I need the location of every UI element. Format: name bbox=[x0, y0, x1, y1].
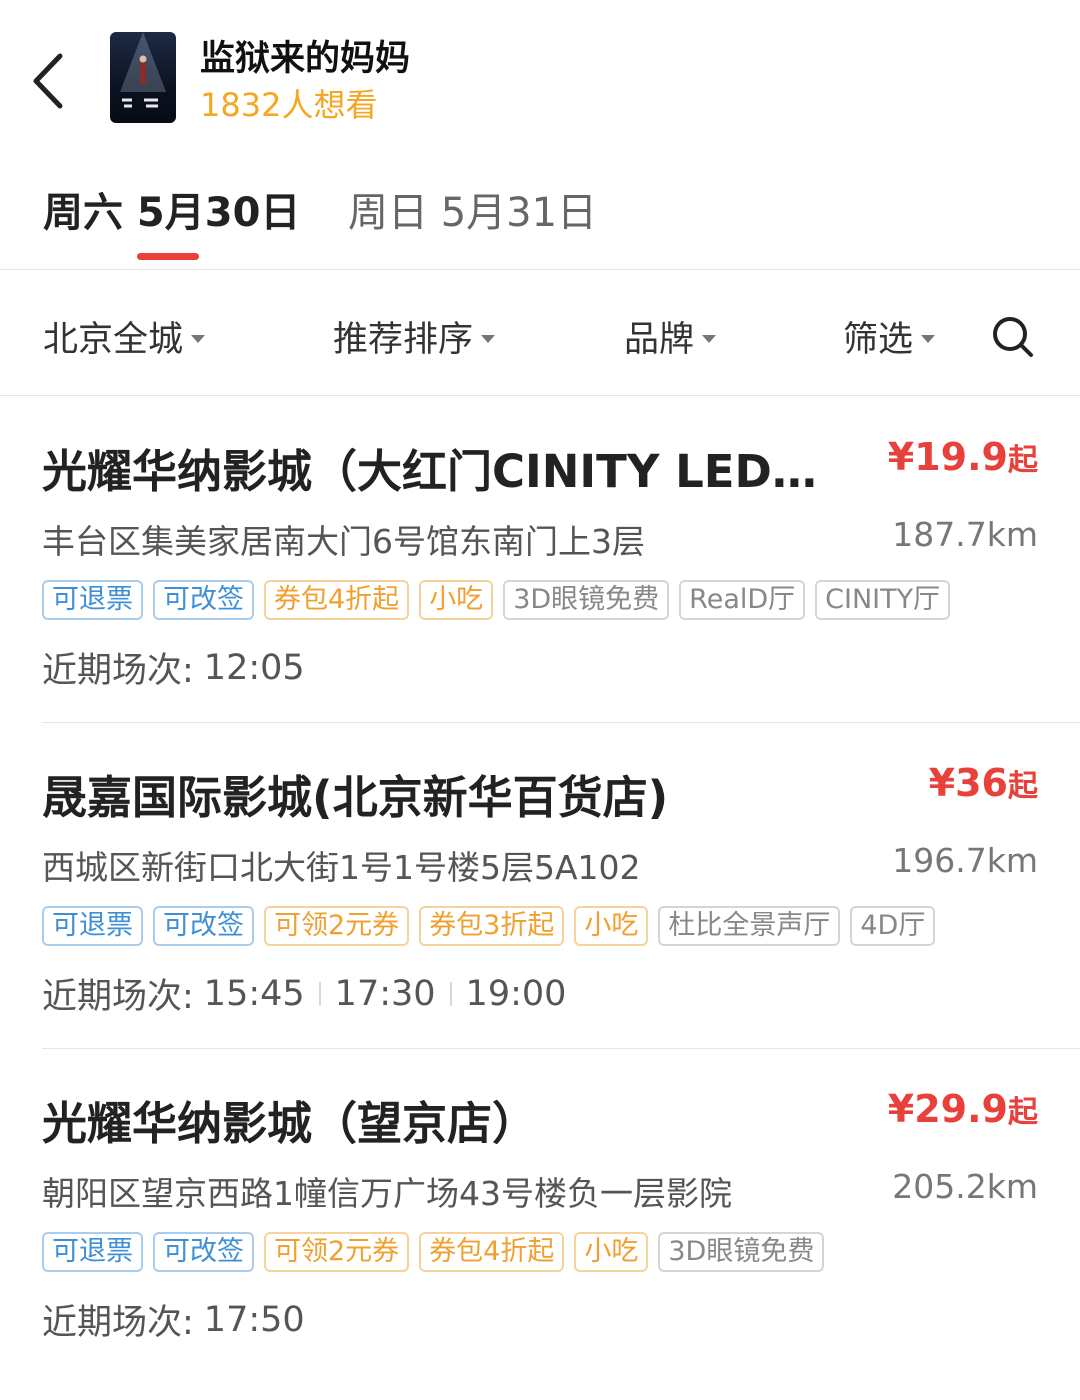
feature-tag: RealD厅 bbox=[679, 580, 806, 620]
feature-tag: 券包4折起 bbox=[419, 1232, 565, 1272]
cinema-name: 光耀华纳影城（望京店） bbox=[42, 1097, 538, 1150]
cinema-price: ¥29.9起 bbox=[888, 1087, 1038, 1131]
cinema-card[interactable]: 光耀华纳影城（大红门CINITY LED… ¥19.9起丰台区集美家居南大门6号馆… bbox=[42, 397, 1080, 723]
session-divider bbox=[449, 981, 452, 1006]
feature-tag: 4D厅 bbox=[850, 906, 936, 946]
session-divider bbox=[318, 981, 321, 1006]
price-value: ¥29.9 bbox=[887, 1087, 1008, 1131]
cinema-card[interactable]: 光耀华纳影城（望京店） ¥29.9起朝阳区望京西路1幢信万广场43号楼负一层影院 2… bbox=[42, 1049, 1080, 1375]
feature-tag: 3D眼镜免费 bbox=[503, 580, 670, 620]
sort-filter-label: 推荐排序 bbox=[333, 320, 474, 360]
cinema-card[interactable]: 晟嘉国际影城(北京新华百货店) ¥36起西城区新街口北大街1号1号楼5层5A102… bbox=[42, 723, 1080, 1049]
want-count: 1832人想看 bbox=[200, 86, 378, 124]
cinema-address: 丰台区集美家居南大门6号馆东南门上3层 bbox=[42, 522, 645, 561]
feature-tag: 小吃 bbox=[574, 1232, 649, 1272]
cinema-name: 晟嘉国际影城(北京新华百货店) bbox=[42, 771, 669, 824]
filter-bar: 北京全城 推荐排序 品牌 筛选 bbox=[0, 271, 1080, 396]
feature-tag: 券包3折起 bbox=[419, 906, 565, 946]
sessions-label: 近期场次: bbox=[42, 1303, 194, 1343]
price-value: ¥36 bbox=[928, 761, 1008, 805]
feature-tag: 杜比全景声厅 bbox=[658, 906, 841, 946]
brand-filter[interactable]: 品牌 bbox=[624, 311, 717, 362]
cinema-tags: 可退票 可改签 可领2元券 券包4折起 小吃 3D眼镜免费 bbox=[42, 1232, 825, 1272]
caret-down-icon bbox=[702, 334, 717, 343]
city-filter-label: 北京全城 bbox=[43, 320, 184, 360]
active-tab-indicator bbox=[137, 253, 199, 260]
feature-tag: 可退票 bbox=[42, 580, 143, 620]
feature-tag: CINITY厅 bbox=[815, 580, 951, 620]
price-suffix: 起 bbox=[1008, 1095, 1038, 1130]
cinema-address: 西城区新街口北大街1号1号楼5层5A102 bbox=[42, 848, 641, 887]
cinema-address: 朝阳区望京西路1幢信万广场43号楼负一层影院 bbox=[42, 1174, 732, 1213]
session-time[interactable]: 17:30 bbox=[335, 974, 436, 1014]
price-suffix: 起 bbox=[1008, 443, 1038, 478]
search-button[interactable] bbox=[990, 314, 1036, 360]
caret-down-icon bbox=[191, 334, 206, 343]
tab-saturday[interactable]: 周六 5月30日 bbox=[43, 180, 300, 238]
movie-header: 监狱来的妈妈 1832人想看 bbox=[0, 0, 1080, 150]
feature-tag: 券包4折起 bbox=[264, 580, 410, 620]
cinema-price: ¥36起 bbox=[929, 761, 1038, 805]
cinema-distance: 205.2km bbox=[892, 1167, 1038, 1206]
session-time[interactable]: 15:45 bbox=[204, 974, 305, 1014]
more-filter-label: 筛选 bbox=[843, 320, 914, 360]
feature-tag: 可改签 bbox=[153, 906, 254, 946]
feature-tag: 可领2元券 bbox=[264, 906, 410, 946]
feature-tag: 小吃 bbox=[574, 906, 649, 946]
session-time[interactable]: 17:50 bbox=[204, 1300, 305, 1340]
brand-filter-label: 品牌 bbox=[624, 320, 695, 360]
feature-tag: 可领2元券 bbox=[264, 1232, 410, 1272]
more-filter[interactable]: 筛选 bbox=[843, 311, 936, 362]
sessions-label: 近期场次: bbox=[42, 651, 194, 691]
recent-sessions: 近期场次: 17:50 bbox=[42, 1294, 305, 1345]
chevron-left-icon bbox=[33, 53, 63, 109]
cinema-distance: 187.7km bbox=[892, 515, 1038, 554]
cinema-tags: 可退票 可改签 券包4折起 小吃 3D眼镜免费 RealD厅 CINITY厅 bbox=[42, 580, 951, 620]
caret-down-icon bbox=[481, 334, 496, 343]
date-tabs: 周六 5月30日 周日 5月31日 bbox=[0, 150, 1080, 270]
feature-tag: 小吃 bbox=[419, 580, 494, 620]
recent-sessions: 近期场次: 15:45 17:30 19:00 bbox=[42, 968, 566, 1019]
caret-down-icon bbox=[921, 334, 936, 343]
feature-tag: 可改签 bbox=[153, 1232, 254, 1272]
feature-tag: 可改签 bbox=[153, 580, 254, 620]
cinema-price: ¥19.9起 bbox=[888, 435, 1038, 479]
cinema-distance: 196.7km bbox=[892, 841, 1038, 880]
price-suffix: 起 bbox=[1008, 769, 1038, 804]
feature-tag: 3D眼镜免费 bbox=[658, 1232, 825, 1272]
feature-tag: 可退票 bbox=[42, 1232, 143, 1272]
sort-filter[interactable]: 推荐排序 bbox=[333, 311, 496, 362]
back-button[interactable] bbox=[26, 46, 76, 116]
cinema-tags: 可退票 可改签 可领2元券 券包3折起 小吃 杜比全景声厅 4D厅 bbox=[42, 906, 936, 946]
movie-title: 监狱来的妈妈 bbox=[200, 39, 411, 79]
cinema-name: 光耀华纳影城（大红门CINITY LED… bbox=[42, 445, 817, 498]
recent-sessions: 近期场次: 12:05 bbox=[42, 642, 305, 693]
session-time[interactable]: 19:00 bbox=[466, 974, 567, 1014]
search-icon bbox=[993, 317, 1033, 357]
tab-sunday[interactable]: 周日 5月31日 bbox=[348, 180, 597, 238]
movie-poster[interactable] bbox=[110, 32, 176, 123]
sessions-label: 近期场次: bbox=[42, 977, 194, 1017]
session-time[interactable]: 12:05 bbox=[204, 648, 305, 688]
city-filter[interactable]: 北京全城 bbox=[43, 311, 206, 362]
feature-tag: 可退票 bbox=[42, 906, 143, 946]
price-value: ¥19.9 bbox=[887, 435, 1008, 479]
